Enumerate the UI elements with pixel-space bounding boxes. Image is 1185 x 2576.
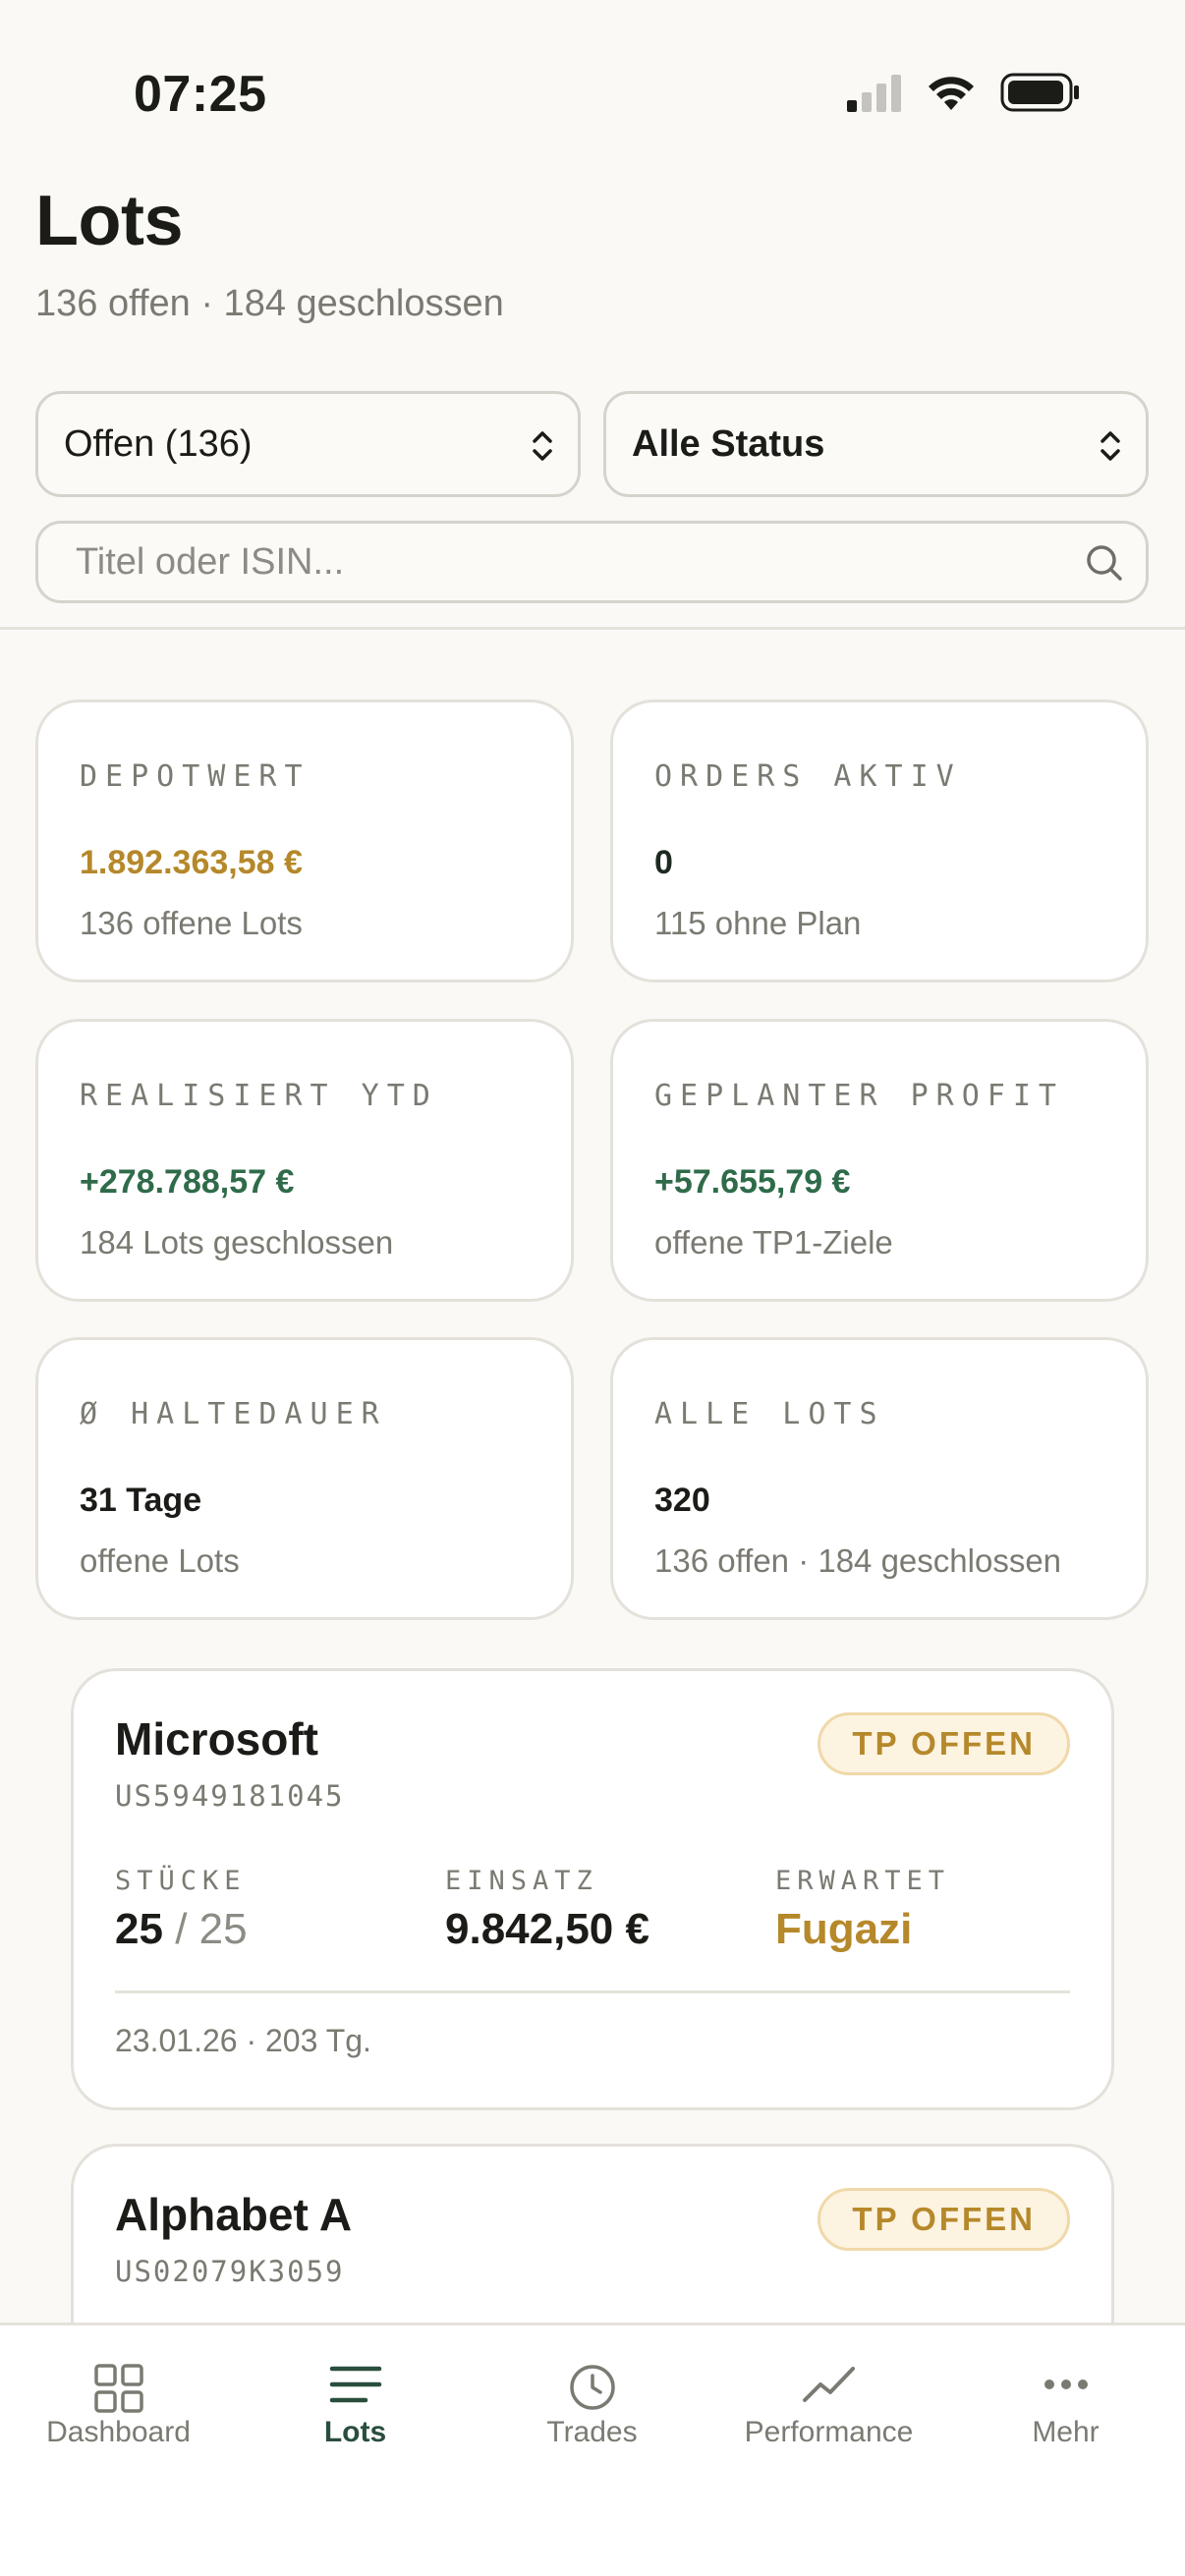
scope-select-value: Offen (136) <box>64 422 253 465</box>
battery-icon <box>1000 73 1079 112</box>
nav-label: Lots <box>323 2416 387 2448</box>
stat-sub: 136 offen · 184 geschlossen <box>654 1542 1062 1579</box>
stat-value: +57.655,79 € <box>654 1163 851 1201</box>
stake-label: EINSATZ <box>445 1866 598 1896</box>
stat-label: ORDERS AKTIV <box>654 759 962 794</box>
status-badge: TP OFFEN <box>818 2188 1070 2251</box>
stat-card-realisiert-ytd: REALISIERT YTD +278.788,57 € 184 Lots ge… <box>35 1019 574 1302</box>
stat-label: Ø HALTEDAUER <box>80 1397 387 1431</box>
scope-select[interactable]: Offen (136) <box>35 391 581 497</box>
shares-label: STÜCKE <box>115 1866 247 1896</box>
stat-label: REALISIERT YTD <box>80 1079 438 1113</box>
status-bar: 07:25 <box>0 0 1185 187</box>
nav-label: Trades <box>546 2416 638 2448</box>
cellular-signal-icon <box>847 75 901 112</box>
nav-item-mehr[interactable]: Mehr <box>947 2325 1184 2483</box>
stat-card-orders-aktiv: ORDERS AKTIV 0 115 ohne Plan <box>610 700 1149 982</box>
wifi-icon <box>929 77 974 110</box>
stat-label: DEPOTWERT <box>80 759 310 794</box>
nav-item-performance[interactable]: Performance <box>710 2325 947 2483</box>
stat-value: +278.788,57 € <box>80 1163 295 1201</box>
header-divider <box>0 627 1185 630</box>
status-time: 07:25 <box>134 66 267 123</box>
nav-label: Mehr <box>1032 2416 1100 2448</box>
stat-sub: 136 offene Lots <box>80 905 303 941</box>
expected-value: Fugazi <box>775 1905 913 1953</box>
stat-label: GEPLANTER PROFIT <box>654 1079 1064 1113</box>
lot-isin: US5949181045 <box>115 1779 345 1813</box>
page-subtitle: 136 offen · 184 geschlossen <box>35 283 504 324</box>
status-select-value: Alle Status <box>632 422 825 465</box>
expected-label: ERWARTET <box>775 1866 951 1896</box>
search-placeholder: Titel oder ISIN... <box>76 540 345 583</box>
stat-sub: 184 Lots geschlossen <box>80 1224 394 1260</box>
search-icon[interactable] <box>1083 541 1126 585</box>
status-badge: TP OFFEN <box>818 1712 1070 1775</box>
nav-item-dashboard[interactable]: Dashboard <box>0 2325 237 2483</box>
nav-item-lots[interactable]: Lots <box>237 2325 474 2483</box>
lot-card[interactable]: Microsoft US5949181045 TP OFFEN STÜCKE 2… <box>71 1668 1114 2110</box>
nav-item-trades[interactable]: Trades <box>474 2325 710 2483</box>
stat-sub: 115 ohne Plan <box>654 905 862 941</box>
chevron-updown-icon <box>1100 431 1120 461</box>
stat-label: ALLE LOTS <box>654 1397 885 1431</box>
lot-name: Microsoft <box>115 1713 318 1764</box>
more-icon <box>1044 2380 1088 2389</box>
nav-label: Dashboard <box>46 2416 191 2448</box>
stat-card-haltedauer: Ø HALTEDAUER 31 Tage offene Lots <box>35 1337 574 1620</box>
stat-card-alle-lots: ALLE LOTS 320 136 offen · 184 geschlosse… <box>610 1337 1149 1620</box>
bottom-nav: Dashboard Lots Trades Performance Mehr <box>0 2323 1185 2576</box>
stat-value: 0 <box>654 844 673 881</box>
status-icons <box>847 73 1081 112</box>
stake-value: 9.842,50 € <box>445 1905 649 1953</box>
clock-icon <box>569 2365 615 2410</box>
stat-card-depotwert: DEPOTWERT 1.892.363,58 € 136 offene Lots <box>35 700 574 982</box>
page-title: Lots <box>35 182 183 260</box>
trend-icon <box>802 2367 855 2402</box>
lot-name: Alphabet A <box>115 2189 353 2240</box>
stat-card-geplanter-profit: GEPLANTER PROFIT +57.655,79 € offene TP1… <box>610 1019 1149 1302</box>
list-icon <box>329 2366 381 2403</box>
stat-sub: offene Lots <box>80 1542 240 1579</box>
shares-held: 25 <box>115 1905 163 1953</box>
search-input[interactable]: Titel oder ISIN... <box>35 521 1149 603</box>
shares-value: 25 / 25 <box>115 1905 248 1954</box>
chevron-updown-icon <box>533 431 552 461</box>
grid-icon <box>93 2364 143 2413</box>
status-select[interactable]: Alle Status <box>603 391 1149 497</box>
stat-value: 1.892.363,58 € <box>80 844 303 881</box>
stat-sub: offene TP1-Ziele <box>654 1224 893 1260</box>
shares-total: 25 <box>198 1905 248 1953</box>
lot-meta: 23.01.26 · 203 Tg. <box>115 2023 371 2058</box>
shares-separator: / <box>175 1905 188 1953</box>
lot-isin: US02079K3059 <box>115 2255 345 2288</box>
stat-value: 320 <box>654 1482 710 1519</box>
lot-divider <box>115 1990 1070 1993</box>
stat-value: 31 Tage <box>80 1482 202 1519</box>
nav-label: Performance <box>744 2416 914 2448</box>
